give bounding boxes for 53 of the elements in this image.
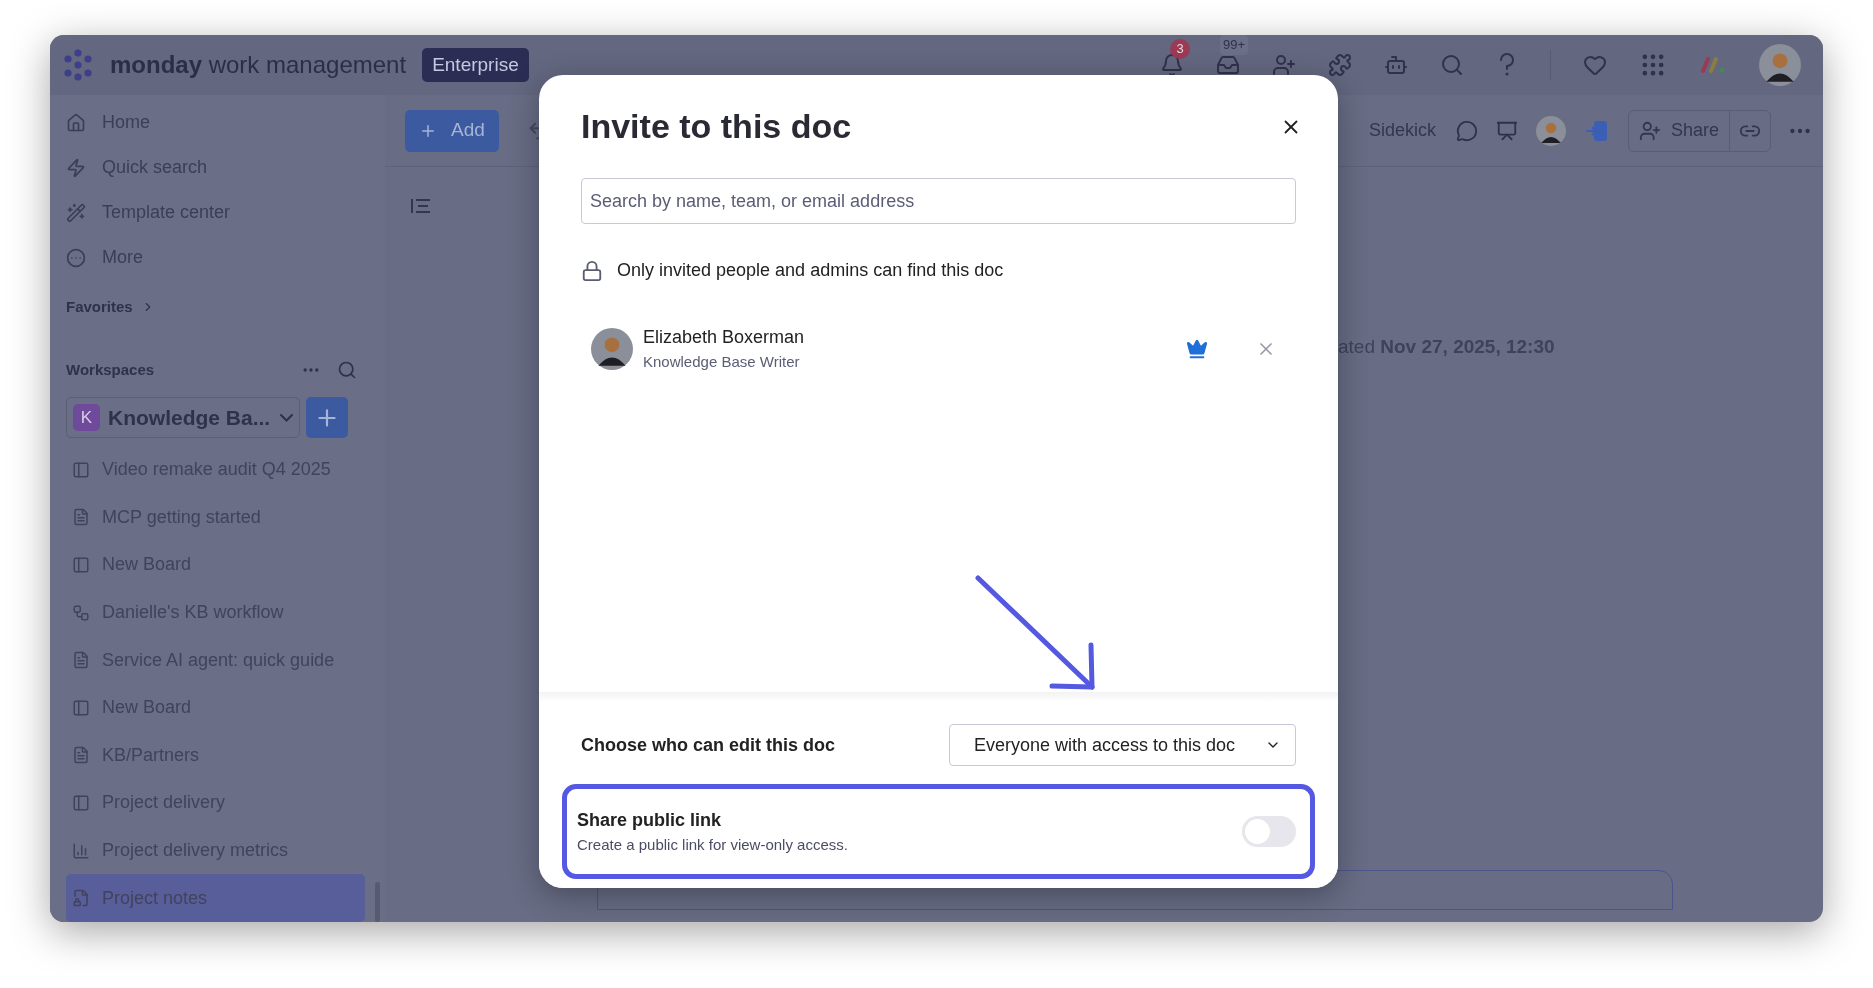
invite-icon <box>1638 119 1661 142</box>
plan-badge: Enterprise <box>422 47 529 83</box>
puzzle-icon[interactable] <box>1328 53 1352 77</box>
chevron-down-icon <box>280 413 293 422</box>
wand-icon <box>66 202 86 223</box>
document-icon <box>72 508 90 527</box>
board-icon <box>72 556 90 574</box>
workspace-item[interactable]: Project notes <box>66 874 365 922</box>
privacy-note: Only invited people and admins can find this doc <box>617 259 1004 282</box>
presentation-icon[interactable] <box>1495 119 1518 142</box>
member-role: Knowledge Base Writer <box>643 352 801 372</box>
notification-count: 3 <box>1170 39 1190 59</box>
board-icon <box>72 793 90 812</box>
search-icon[interactable] <box>1440 53 1464 77</box>
edit-permission-select[interactable]: Everyone with access to this doc <box>949 724 1296 766</box>
document-icon <box>72 746 90 765</box>
workspace-selector[interactable]: K Knowledge Ba... <box>66 397 300 438</box>
dialog-title: Invite to this doc <box>581 106 852 147</box>
workflow-icon <box>72 603 90 622</box>
chart-icon <box>72 841 90 860</box>
home-icon <box>66 112 86 133</box>
lightning-icon <box>66 157 86 178</box>
collaborator-avatar <box>1535 115 1566 146</box>
public-link-title: Share public link <box>577 808 723 832</box>
locked-document-icon <box>72 889 90 908</box>
robot-icon[interactable] <box>1384 53 1408 77</box>
document-icon <box>72 651 90 670</box>
search-icon[interactable] <box>337 359 357 380</box>
ellipsis-circle-icon <box>66 247 86 268</box>
lock-icon <box>581 259 603 282</box>
member-avatar <box>591 327 633 370</box>
invite-members-icon[interactable] <box>1272 53 1296 77</box>
board-icon <box>72 698 90 717</box>
notifications-icon[interactable] <box>1160 53 1184 77</box>
workspaces-heading: Workspaces <box>66 359 156 380</box>
brand-mark-icon <box>1699 55 1727 75</box>
favorites-heading[interactable]: Favorites <box>66 296 133 319</box>
board-icon <box>72 460 90 479</box>
inbox-icon[interactable] <box>1216 53 1240 77</box>
public-link-toggle[interactable] <box>1242 816 1296 847</box>
public-link-description: Create a public link for view-only access. <box>577 834 849 855</box>
brand-name: monday work management <box>110 50 407 80</box>
workspace-initial: K <box>73 404 100 431</box>
member-name: Elizabeth Boxerman <box>643 326 806 349</box>
search-field[interactable]: Search by name, team, or email address <box>581 178 1296 224</box>
heart-icon[interactable] <box>1583 53 1607 77</box>
add-workspace-button[interactable] <box>306 397 348 438</box>
inbox-count: 99+ <box>1220 35 1249 55</box>
add-button[interactable]: Add <box>405 109 499 152</box>
user-avatar <box>1759 44 1801 86</box>
edit-permission-label: Choose who can edit this doc <box>581 733 837 757</box>
table-of-contents-icon[interactable] <box>410 197 432 215</box>
comment-icon[interactable] <box>1455 119 1478 142</box>
